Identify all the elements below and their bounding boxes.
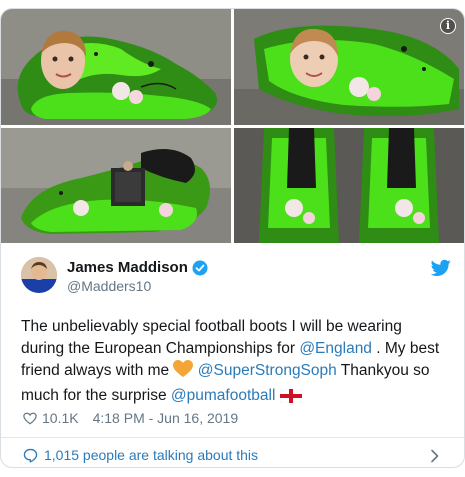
tweet-header: James Maddison @Madders10 <box>21 257 451 297</box>
chevron-right-icon[interactable] <box>430 449 440 463</box>
media-grid[interactable]: i <box>1 9 464 243</box>
tweet-meta: 10.1K 4:18 PM - Jun 16, 2019 <box>23 410 238 426</box>
tweet-timestamp[interactable]: 4:18 PM - Jun 16, 2019 <box>93 410 239 426</box>
media-image-3[interactable] <box>1 128 231 243</box>
tweet-text: The unbelievably special football boots … <box>21 316 446 410</box>
speech-bubble-icon <box>23 448 38 463</box>
author-handle[interactable]: @Madders10 <box>67 278 208 294</box>
twitter-bird-icon[interactable] <box>430 259 451 277</box>
verified-badge-icon <box>192 260 208 276</box>
england-flag-icon <box>279 388 302 410</box>
mention-england-link[interactable]: @England <box>299 340 372 357</box>
info-icon[interactable]: i <box>440 18 456 34</box>
talking-about-link[interactable]: 1,015 people are talking about this <box>23 447 258 463</box>
embedded-tweet-card[interactable]: i James Maddison @Madders10 The unbeliev… <box>0 8 465 468</box>
media-image-1[interactable] <box>1 9 231 125</box>
mention-superstrongsoph-link[interactable]: @SuperStrongSoph <box>198 362 337 379</box>
author-display-name[interactable]: James Maddison <box>67 259 188 276</box>
talking-about-label: 1,015 people are talking about this <box>44 447 259 463</box>
media-image-2[interactable]: i <box>234 9 464 125</box>
orange-heart-icon <box>173 360 194 385</box>
mention-pumafootball-link[interactable]: @pumafootball <box>171 387 276 404</box>
divider <box>1 437 464 438</box>
like-count[interactable]: 10.1K <box>42 410 79 426</box>
avatar[interactable] <box>21 257 57 293</box>
media-image-4[interactable] <box>234 128 464 243</box>
heart-icon[interactable] <box>23 412 37 425</box>
